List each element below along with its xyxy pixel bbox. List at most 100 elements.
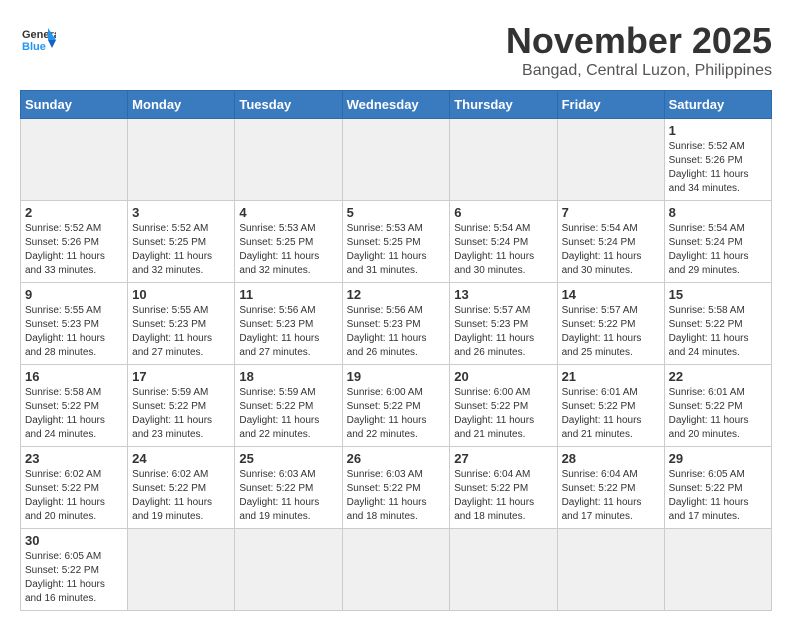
day-number: 24 <box>132 451 230 466</box>
day-number: 18 <box>239 369 337 384</box>
calendar-cell: 27Sunrise: 6:04 AM Sunset: 5:22 PM Dayli… <box>450 447 557 529</box>
calendar-cell: 15 Sunrise: 5:58 AM Sunset: 5:22 PM Dayli… <box>664 283 771 365</box>
day-number: 21 <box>562 369 660 384</box>
calendar-cell: 3 Sunrise: 5:52 AM Sunset: 5:25 PM Daylig… <box>128 201 235 283</box>
calendar-cell: 8 Sunrise: 5:54 AM Sunset: 5:24 PM Daylig… <box>664 201 771 283</box>
day-info: Sunrise: 5:54 AM Sunset: 5:24 PM Dayligh… <box>562 222 660 278</box>
day-number: 1 <box>669 123 767 138</box>
location-title: Bangad, Central Luzon, Philippines <box>506 62 772 80</box>
weekday-header-monday: Monday <box>128 91 235 119</box>
calendar-cell: 28Sunrise: 6:04 AM Sunset: 5:22 PM Dayli… <box>557 447 664 529</box>
calendar-cell <box>450 529 557 611</box>
day-info: Sunrise: 5:59 AM Sunset: 5:22 PM Dayligh… <box>239 386 337 442</box>
calendar-cell: 22Sunrise: 6:01 AM Sunset: 5:22 PM Dayli… <box>664 365 771 447</box>
weekday-header-friday: Friday <box>557 91 664 119</box>
day-number: 8 <box>669 205 767 220</box>
day-info: Sunrise: 6:01 AM Sunset: 5:22 PM Dayligh… <box>562 386 660 442</box>
day-info: Sunrise: 5:55 AM Sunset: 5:23 PM Dayligh… <box>132 304 230 360</box>
calendar-cell: 29Sunrise: 6:05 AM Sunset: 5:22 PM Dayli… <box>664 447 771 529</box>
day-info: Sunrise: 6:04 AM Sunset: 5:22 PM Dayligh… <box>454 468 552 524</box>
day-info: Sunrise: 6:01 AM Sunset: 5:22 PM Dayligh… <box>669 386 767 442</box>
day-number: 23 <box>25 451 123 466</box>
day-number: 15 <box>669 287 767 302</box>
calendar-cell: 19 Sunrise: 6:00 AM Sunset: 5:22 PM Dayli… <box>342 365 450 447</box>
day-info: Sunrise: 5:53 AM Sunset: 5:25 PM Dayligh… <box>239 222 337 278</box>
calendar-cell: 4Sunrise: 5:53 AM Sunset: 5:25 PM Daylig… <box>235 201 342 283</box>
day-number: 9 <box>25 287 123 302</box>
day-info: Sunrise: 6:02 AM Sunset: 5:22 PM Dayligh… <box>25 468 123 524</box>
calendar-cell: 12 Sunrise: 5:56 AM Sunset: 5:23 PM Dayli… <box>342 283 450 365</box>
calendar-cell: 2Sunrise: 5:52 AM Sunset: 5:26 PM Daylig… <box>21 201 128 283</box>
calendar-cell: 30Sunrise: 6:05 AM Sunset: 5:22 PM Dayli… <box>21 529 128 611</box>
weekday-header-saturday: Saturday <box>664 91 771 119</box>
day-number: 5 <box>347 205 446 220</box>
day-info: Sunrise: 5:55 AM Sunset: 5:23 PM Dayligh… <box>25 304 123 360</box>
calendar-week-0: 1 Sunrise: 5:52 AM Sunset: 5:26 PM Daylig… <box>21 119 772 201</box>
calendar-cell <box>450 119 557 201</box>
day-info: Sunrise: 5:54 AM Sunset: 5:24 PM Dayligh… <box>669 222 767 278</box>
weekday-header-row: SundayMondayTuesdayWednesdayThursdayFrid… <box>21 91 772 119</box>
day-number: 3 <box>132 205 230 220</box>
calendar-cell <box>557 529 664 611</box>
day-number: 17 <box>132 369 230 384</box>
calendar-cell: 20Sunrise: 6:00 AM Sunset: 5:22 PM Dayli… <box>450 365 557 447</box>
svg-text:Blue: Blue <box>22 41 46 53</box>
day-info: Sunrise: 5:56 AM Sunset: 5:23 PM Dayligh… <box>239 304 337 360</box>
day-info: Sunrise: 5:57 AM Sunset: 5:22 PM Dayligh… <box>562 304 660 360</box>
day-info: Sunrise: 5:56 AM Sunset: 5:23 PM Dayligh… <box>347 304 446 360</box>
day-info: Sunrise: 5:59 AM Sunset: 5:22 PM Dayligh… <box>132 386 230 442</box>
calendar-cell: 1 Sunrise: 5:52 AM Sunset: 5:26 PM Daylig… <box>664 119 771 201</box>
day-info: Sunrise: 5:57 AM Sunset: 5:23 PM Dayligh… <box>454 304 552 360</box>
calendar-cell <box>664 529 771 611</box>
calendar-cell <box>128 529 235 611</box>
title-block: November 2025 Bangad, Central Luzon, Phi… <box>506 20 772 80</box>
day-number: 16 <box>25 369 123 384</box>
calendar-cell <box>235 119 342 201</box>
day-info: Sunrise: 6:03 AM Sunset: 5:22 PM Dayligh… <box>239 468 337 524</box>
day-info: Sunrise: 5:58 AM Sunset: 5:22 PM Dayligh… <box>669 304 767 360</box>
day-number: 14 <box>562 287 660 302</box>
weekday-header-wednesday: Wednesday <box>342 91 450 119</box>
weekday-header-sunday: Sunday <box>21 91 128 119</box>
day-info: Sunrise: 6:00 AM Sunset: 5:22 PM Dayligh… <box>347 386 446 442</box>
day-info: Sunrise: 6:05 AM Sunset: 5:22 PM Dayligh… <box>669 468 767 524</box>
calendar-cell: 25 Sunrise: 6:03 AM Sunset: 5:22 PM Dayli… <box>235 447 342 529</box>
day-info: Sunrise: 5:52 AM Sunset: 5:26 PM Dayligh… <box>25 222 123 278</box>
calendar-cell: 23 Sunrise: 6:02 AM Sunset: 5:22 PM Dayli… <box>21 447 128 529</box>
day-info: Sunrise: 5:54 AM Sunset: 5:24 PM Dayligh… <box>454 222 552 278</box>
calendar-cell: 17 Sunrise: 5:59 AM Sunset: 5:22 PM Dayli… <box>128 365 235 447</box>
day-number: 20 <box>454 369 552 384</box>
day-number: 11 <box>239 287 337 302</box>
logo: General Blue <box>20 20 56 56</box>
day-number: 19 <box>347 369 446 384</box>
day-info: Sunrise: 5:58 AM Sunset: 5:22 PM Dayligh… <box>25 386 123 442</box>
day-number: 10 <box>132 287 230 302</box>
day-number: 12 <box>347 287 446 302</box>
logo-icon: General Blue <box>20 20 56 56</box>
day-info: Sunrise: 5:52 AM Sunset: 5:26 PM Dayligh… <box>669 140 767 196</box>
calendar-week-5: 30Sunrise: 6:05 AM Sunset: 5:22 PM Dayli… <box>21 529 772 611</box>
calendar-cell: 9 Sunrise: 5:55 AM Sunset: 5:23 PM Daylig… <box>21 283 128 365</box>
day-info: Sunrise: 6:03 AM Sunset: 5:22 PM Dayligh… <box>347 468 446 524</box>
day-info: Sunrise: 6:05 AM Sunset: 5:22 PM Dayligh… <box>25 550 123 606</box>
month-title: November 2025 <box>506 20 772 62</box>
calendar-week-4: 23 Sunrise: 6:02 AM Sunset: 5:22 PM Dayli… <box>21 447 772 529</box>
calendar-cell: 6 Sunrise: 5:54 AM Sunset: 5:24 PM Daylig… <box>450 201 557 283</box>
day-number: 25 <box>239 451 337 466</box>
calendar-cell <box>342 119 450 201</box>
calendar-cell: 7 Sunrise: 5:54 AM Sunset: 5:24 PM Daylig… <box>557 201 664 283</box>
calendar-week-1: 2Sunrise: 5:52 AM Sunset: 5:26 PM Daylig… <box>21 201 772 283</box>
weekday-header-thursday: Thursday <box>450 91 557 119</box>
day-number: 7 <box>562 205 660 220</box>
calendar-cell: 26Sunrise: 6:03 AM Sunset: 5:22 PM Dayli… <box>342 447 450 529</box>
weekday-header-tuesday: Tuesday <box>235 91 342 119</box>
day-number: 6 <box>454 205 552 220</box>
calendar-cell <box>557 119 664 201</box>
calendar-cell: 24Sunrise: 6:02 AM Sunset: 5:22 PM Dayli… <box>128 447 235 529</box>
calendar-cell <box>21 119 128 201</box>
calendar-cell <box>235 529 342 611</box>
day-info: Sunrise: 5:52 AM Sunset: 5:25 PM Dayligh… <box>132 222 230 278</box>
calendar-week-2: 9 Sunrise: 5:55 AM Sunset: 5:23 PM Daylig… <box>21 283 772 365</box>
calendar-week-3: 16 Sunrise: 5:58 AM Sunset: 5:22 PM Dayli… <box>21 365 772 447</box>
calendar-cell: 16 Sunrise: 5:58 AM Sunset: 5:22 PM Dayli… <box>21 365 128 447</box>
